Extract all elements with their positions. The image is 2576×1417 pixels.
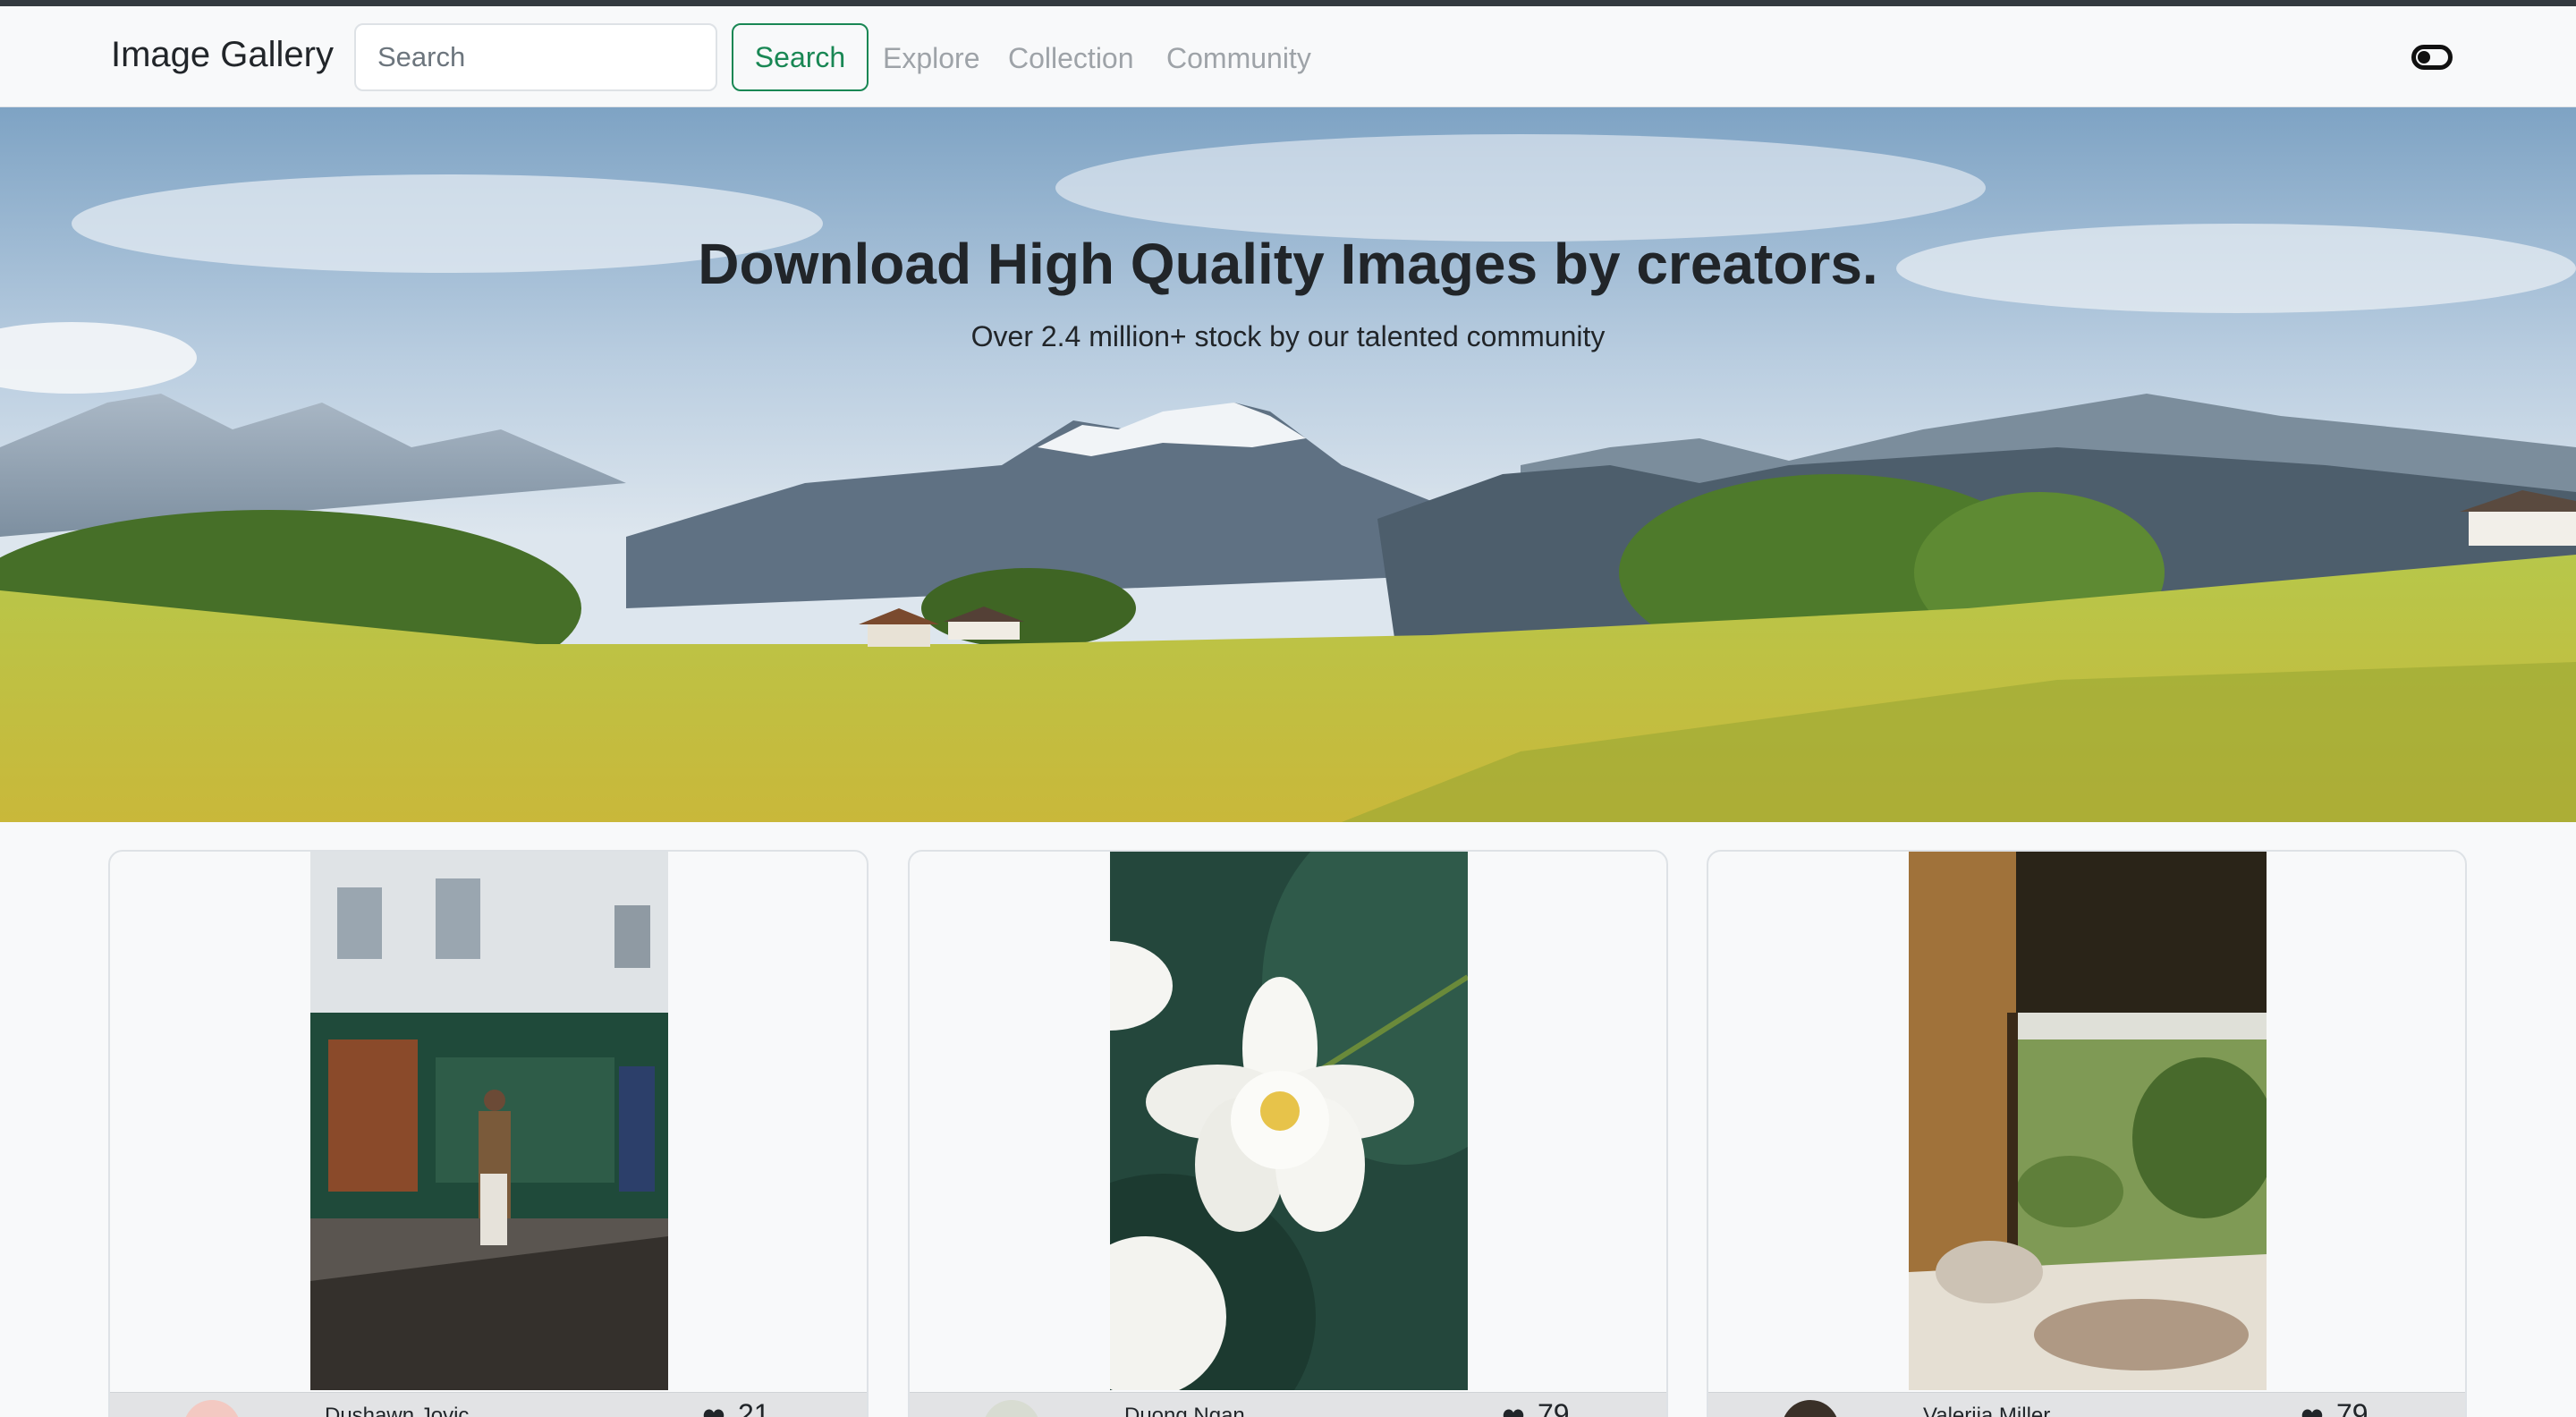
like-count: 79 [1538, 1398, 1570, 1417]
like-icon[interactable] [700, 1405, 727, 1417]
like-count: 21 [738, 1398, 770, 1417]
nav-link-collection[interactable]: Collection [1008, 42, 1134, 75]
avatar[interactable] [183, 1400, 241, 1417]
author-name[interactable]: Duong Ngan [1124, 1404, 1245, 1417]
avatar[interactable] [1782, 1400, 1839, 1417]
card-photo[interactable] [1909, 852, 2267, 1390]
nav-link-community[interactable]: Community [1166, 42, 1311, 75]
like-icon[interactable] [2299, 1405, 2326, 1417]
hero-banner: Download High Quality Images by creators… [0, 107, 2576, 822]
image-card[interactable]: Duong Ngan 79 [908, 850, 1668, 1417]
card-photo[interactable] [1110, 852, 1468, 1390]
card-footer: Duong Ngan 79 [910, 1392, 1666, 1417]
nav-link-explore[interactable]: Explore [883, 42, 980, 75]
like-count: 79 [2336, 1398, 2368, 1417]
window-top-border [0, 0, 2576, 6]
avatar[interactable] [983, 1400, 1040, 1417]
theme-toggle-icon[interactable] [2411, 45, 2453, 70]
navbar: Image Gallery Search Explore Collection … [0, 6, 2576, 107]
image-card[interactable]: Valeriia Miller 79 [1707, 850, 2467, 1417]
search-input[interactable] [354, 23, 717, 91]
hero-title: Download High Quality Images by creators… [698, 232, 1878, 296]
search-button[interactable]: Search [732, 23, 869, 91]
card-photo[interactable] [310, 852, 668, 1390]
card-footer: Dushawn Jovic 21 [110, 1392, 867, 1417]
hero-subtitle: Over 2.4 million+ stock by our talented … [970, 320, 1606, 352]
brand-logo[interactable]: Image Gallery [111, 35, 334, 75]
image-card[interactable]: Dushawn Jovic 21 [108, 850, 869, 1417]
card-footer: Valeriia Miller 79 [1708, 1392, 2465, 1417]
like-icon[interactable] [1500, 1405, 1527, 1417]
hero-landscape-image [0, 107, 2576, 822]
author-name[interactable]: Valeriia Miller [1923, 1404, 2050, 1417]
author-name[interactable]: Dushawn Jovic [325, 1404, 469, 1417]
